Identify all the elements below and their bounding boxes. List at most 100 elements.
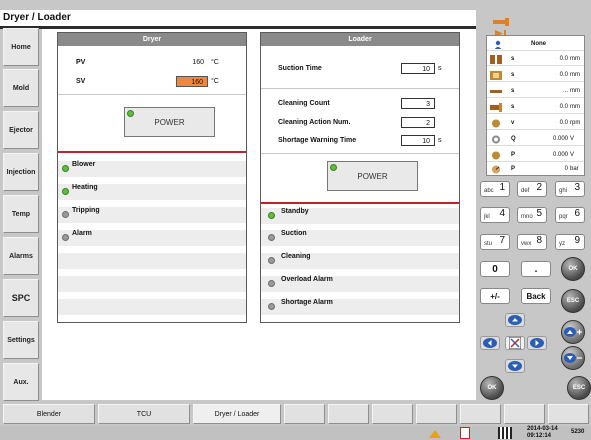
tab-empty[interactable] — [372, 404, 413, 424]
status-led-icon — [268, 280, 275, 287]
shortage-time-input[interactable]: 10 — [401, 135, 435, 146]
arrow-right-icon — [530, 338, 544, 348]
key-3[interactable]: ghi 3 — [555, 181, 585, 197]
nav-home-button[interactable]: Home — [3, 28, 39, 66]
status-label: s — [511, 104, 515, 110]
esc-button[interactable]: ESC — [561, 289, 585, 313]
nav-temp-button[interactable]: Temp — [3, 195, 39, 233]
cleaning-action-label: Cleaning Action Num. — [278, 119, 351, 126]
status-unit: V — [570, 152, 575, 158]
nav-ejector-button[interactable]: Ejector — [3, 111, 39, 149]
core-icon — [490, 90, 502, 93]
status-label: s — [511, 56, 515, 62]
plus-minus-key[interactable]: +/- — [480, 288, 510, 304]
key-4[interactable]: jkl 4 — [480, 207, 510, 223]
power-indicator-icon — [127, 110, 134, 117]
status-row: P 0.000 V — [487, 149, 584, 162]
cleaning-count-input[interactable]: 3 — [401, 98, 435, 109]
suction-time-input[interactable]: 10 — [401, 63, 435, 74]
pump-icon — [492, 135, 500, 144]
status-led-icon — [268, 257, 275, 264]
sv-input[interactable]: 160 — [176, 76, 208, 87]
key-7[interactable]: stu 7 — [480, 234, 510, 250]
tab-blender[interactable]: Blender — [3, 404, 95, 424]
divider — [261, 88, 459, 89]
pv-label: PV — [76, 59, 86, 66]
down-arrow-button[interactable] — [505, 359, 525, 373]
status-unit: bar — [570, 166, 579, 172]
clock: 2014-03-14 09:12:14 — [527, 426, 558, 440]
ok-button[interactable]: OK — [561, 257, 585, 281]
arrow-left-icon — [483, 338, 497, 348]
key-dot[interactable]: . — [521, 261, 551, 277]
date: 2014-03-14 — [527, 426, 558, 432]
nav-alarms-button[interactable]: Alarms — [3, 237, 39, 275]
status-unit: V — [570, 136, 575, 142]
esc-button-2[interactable]: ESC — [567, 376, 591, 400]
mold-icon — [490, 55, 502, 64]
dryer-power-button[interactable]: POWER — [124, 107, 215, 137]
ok-button-2[interactable]: OK — [480, 376, 504, 400]
nav-spc-button[interactable]: SPC — [3, 279, 39, 317]
key-lock-icon[interactable] — [492, 17, 510, 27]
status-led-icon — [62, 188, 69, 195]
ejector-icon — [490, 71, 502, 80]
tab-empty[interactable] — [284, 404, 325, 424]
sv-unit: °C — [211, 78, 219, 85]
suction-time-unit: s — [438, 65, 442, 72]
loader-power-button[interactable]: POWER — [327, 161, 418, 191]
tab-empty[interactable] — [460, 404, 501, 424]
tab-empty[interactable] — [548, 404, 589, 424]
key-8[interactable]: vwx 8 — [517, 234, 547, 250]
center-button[interactable] — [505, 336, 525, 350]
status-led-icon — [268, 303, 275, 310]
back-key[interactable]: Back — [521, 288, 551, 304]
key-5[interactable]: mno 5 — [517, 207, 547, 223]
status-row: s 0.0 mm — [487, 101, 584, 114]
status-unit: mm — [570, 56, 580, 62]
nav-aux-button[interactable]: Aux. — [3, 363, 39, 401]
loader-panel-title: Loader — [261, 33, 459, 46]
cleaning-count-label: Cleaning Count — [278, 100, 330, 107]
status-value: 0.0 — [559, 56, 568, 62]
divider — [261, 153, 459, 154]
status-label: Blower — [72, 161, 96, 168]
right-arrow-button[interactable] — [527, 336, 547, 350]
dryer-status-alarm: Alarm — [58, 230, 246, 246]
cleaning-action-input[interactable]: 2 — [401, 117, 435, 128]
tab-empty[interactable] — [504, 404, 545, 424]
key-2[interactable]: def 2 — [517, 181, 547, 197]
page-down-button[interactable] — [561, 346, 585, 370]
status-row: s 0.0 mm — [487, 69, 584, 82]
arrow-down-icon — [508, 361, 522, 371]
nav-injection-button[interactable]: Injection — [3, 153, 39, 191]
tab-empty[interactable] — [328, 404, 369, 424]
pv-unit: °C — [211, 59, 219, 66]
key-9[interactable]: yz 9 — [555, 234, 585, 250]
tab-dryer-loader[interactable]: Dryer / Loader — [193, 404, 281, 424]
status-row: v 0.0 rpm — [487, 117, 584, 130]
arrow-up-icon — [508, 315, 522, 325]
left-arrow-button[interactable] — [480, 336, 500, 350]
page-up-button[interactable] — [561, 320, 585, 344]
status-label: v — [511, 120, 515, 126]
nav-settings-button[interactable]: Settings — [3, 321, 39, 359]
window-title: Dryer / Loader — [0, 10, 476, 26]
tab-empty[interactable] — [416, 404, 457, 424]
taskbar: 2014-03-14 09:12:14 5230 — [0, 426, 591, 440]
tab-tcu[interactable]: TCU — [98, 404, 190, 424]
status-row: P 0 bar — [487, 163, 584, 176]
key-6[interactable]: pqr 6 — [555, 207, 585, 223]
nav-mold-button[interactable]: Mold — [3, 69, 39, 107]
dryer-status-tripping: Tripping — [58, 207, 246, 223]
status-label: P — [511, 166, 516, 172]
page-up-icon — [564, 327, 582, 337]
key-0[interactable]: 0 — [480, 261, 510, 277]
key-1[interactable]: abc 1 — [480, 181, 510, 197]
machine-code: 5230 — [571, 429, 585, 435]
status-led-icon — [268, 212, 275, 219]
status-unit: mm — [570, 88, 580, 94]
suction-time-label: Suction Time — [278, 65, 322, 72]
loader-status-overload-alarm: Overload Alarm — [261, 276, 459, 292]
up-arrow-button[interactable] — [505, 313, 525, 327]
